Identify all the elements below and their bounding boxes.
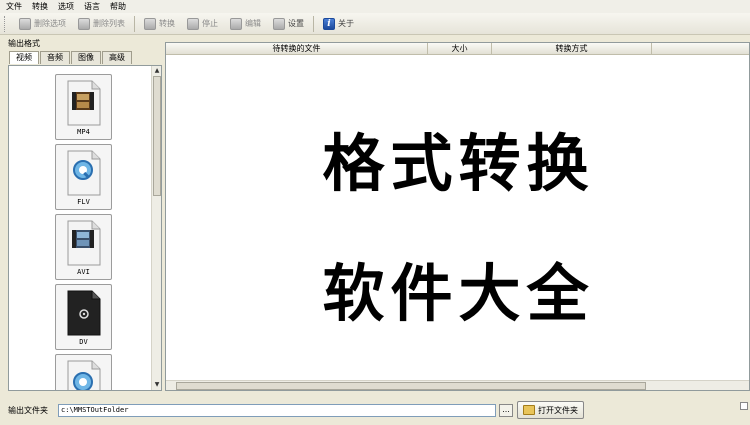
settings-label: 设置 xyxy=(288,19,304,28)
format-label: DV xyxy=(79,338,88,346)
menu-help[interactable]: 帮助 xyxy=(110,1,126,12)
tab-advanced[interactable]: 高级 xyxy=(102,51,132,64)
format-label: MP4 xyxy=(77,128,90,136)
open-folder-label: 打开文件夹 xyxy=(538,405,578,415)
convert-button[interactable]: 转换 xyxy=(138,15,181,33)
format-item-dv[interactable]: DV xyxy=(55,284,112,350)
output-format-panel: 输出格式 视频 音频 图像 高级 MP4 FLV AVI DV ▲ ▼ xyxy=(3,37,163,395)
table-header: 待转换的文件 大小 转换方式 xyxy=(166,43,749,55)
open-folder-button[interactable]: 打开文件夹 xyxy=(517,401,584,419)
hscroll-thumb[interactable] xyxy=(176,382,646,390)
flv-file-icon xyxy=(66,150,102,196)
column-header-size[interactable]: 大小 xyxy=(428,43,492,54)
dv-file-icon xyxy=(66,290,102,336)
tab-audio[interactable]: 音频 xyxy=(40,51,70,64)
stop-icon xyxy=(187,17,199,30)
quicktime-file-icon xyxy=(66,360,102,390)
gear-icon xyxy=(273,17,285,30)
file-list-panel: 待转换的文件 大小 转换方式 格式转换 软件大全 xyxy=(165,42,750,391)
column-header-blank xyxy=(652,43,749,54)
menu-bar: 文件 转换 选项 语言 帮助 xyxy=(0,0,750,13)
format-label: FLV xyxy=(77,198,90,206)
delete-option-label: 删除选项 xyxy=(34,19,66,28)
output-folder-bar: 输出文件夹 c:\MMSTOutFolder ... 打开文件夹 xyxy=(0,395,750,425)
scroll-thumb[interactable] xyxy=(153,76,161,196)
format-label: AVI xyxy=(77,268,90,276)
format-item-mp4[interactable]: MP4 xyxy=(55,74,112,140)
settings-button[interactable]: 设置 xyxy=(267,15,310,33)
edit-label: 编辑 xyxy=(245,19,261,28)
format-item-avi[interactable]: AVI xyxy=(55,214,112,280)
delete-list-button[interactable]: 删除列表 xyxy=(72,15,131,33)
overlay-title-line2: 软件大全 xyxy=(322,257,595,330)
panel-title: 输出格式 xyxy=(8,39,40,48)
toolbar-grip xyxy=(4,15,7,32)
folder-icon xyxy=(523,405,535,415)
format-list: MP4 FLV AVI DV ▲ ▼ xyxy=(8,65,162,391)
column-header-method[interactable]: 转换方式 xyxy=(492,43,652,54)
convert-label: 转换 xyxy=(159,19,175,28)
about-label: 关于 xyxy=(338,19,354,28)
output-folder-input[interactable]: c:\MMSTOutFolder xyxy=(58,403,496,417)
toolbar: 删除选项 删除列表 转换 停止 编辑 设置 i 关于 xyxy=(0,13,750,35)
overlay-title-line1: 格式转换 xyxy=(322,127,595,200)
scroll-up-icon[interactable]: ▲ xyxy=(152,66,161,76)
menu-language[interactable]: 语言 xyxy=(84,1,100,12)
format-item-quicktime[interactable] xyxy=(55,354,112,390)
format-item-flv[interactable]: FLV xyxy=(55,144,112,210)
menu-options[interactable]: 选项 xyxy=(58,1,74,12)
delete-list-icon xyxy=(78,17,90,30)
delete-option-button[interactable]: 删除选项 xyxy=(13,15,72,33)
edit-icon xyxy=(230,17,242,30)
mp4-file-icon xyxy=(66,80,102,126)
tab-video[interactable]: 视频 xyxy=(9,51,39,64)
stop-button[interactable]: 停止 xyxy=(181,15,224,33)
menu-file[interactable]: 文件 xyxy=(6,1,22,12)
output-folder-label: 输出文件夹 xyxy=(8,405,48,415)
format-tabs: 视频 音频 图像 高级 xyxy=(3,51,163,64)
browse-button[interactable]: ... xyxy=(499,403,513,417)
edit-button[interactable]: 编辑 xyxy=(224,15,267,33)
toolbar-separator xyxy=(134,15,135,32)
delete-list-label: 删除列表 xyxy=(93,19,125,28)
play-icon xyxy=(144,17,156,30)
tab-image[interactable]: 图像 xyxy=(71,51,101,64)
info-icon: i xyxy=(323,17,335,30)
avi-file-icon xyxy=(66,220,102,266)
about-button[interactable]: i 关于 xyxy=(317,15,360,33)
toolbar-separator xyxy=(313,15,314,32)
format-list-scrollbar[interactable]: ▲ ▼ xyxy=(151,66,161,390)
menu-convert[interactable]: 转换 xyxy=(32,1,48,12)
column-header-file[interactable]: 待转换的文件 xyxy=(166,43,428,54)
file-list-hscrollbar[interactable] xyxy=(166,380,749,390)
stop-label: 停止 xyxy=(202,19,218,28)
scroll-down-icon[interactable]: ▼ xyxy=(152,380,161,390)
delete-option-icon xyxy=(19,17,31,30)
option-checkbox[interactable] xyxy=(740,402,748,410)
